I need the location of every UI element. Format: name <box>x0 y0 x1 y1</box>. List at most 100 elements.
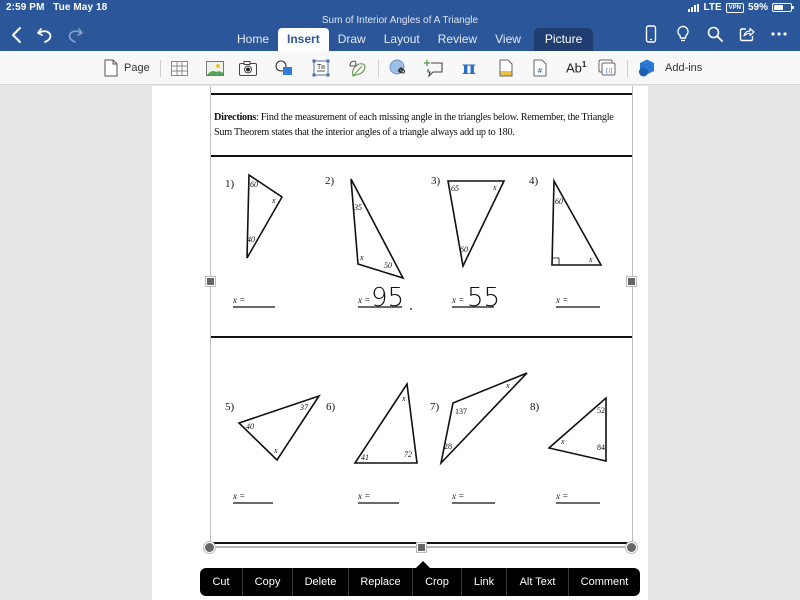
tab-layout[interactable]: Layout <box>375 28 429 51</box>
answer-label: x = <box>232 295 245 305</box>
insert-icons-button[interactable] <box>347 57 367 79</box>
menu-link[interactable]: Link <box>462 568 507 596</box>
menu-crop[interactable]: Crop <box>413 568 462 596</box>
redo-button[interactable] <box>64 24 86 46</box>
add-ins-icon <box>639 59 654 77</box>
insert-table-button[interactable] <box>171 57 188 79</box>
menu-delete[interactable]: Delete <box>293 568 349 596</box>
angle-label: x <box>273 446 278 455</box>
tab-home[interactable]: Home <box>228 28 278 51</box>
search-button[interactable] <box>706 25 724 43</box>
word-app: 2:59 PM Tue May 18 LTE VPN 59% Sum of In… <box>0 0 800 600</box>
ribbon-divider <box>378 60 379 77</box>
footnote-icon: Ab1 <box>566 60 586 75</box>
chevron-left-icon <box>12 27 21 43</box>
signal-icon <box>688 3 700 12</box>
resize-handle-bottom-right[interactable] <box>626 542 637 553</box>
angle-label: 72 <box>404 450 412 459</box>
tab-view[interactable]: View <box>486 28 530 51</box>
selected-worksheet-image[interactable]: Directions: Find the measurement of each… <box>210 86 633 547</box>
back-button[interactable] <box>6 24 28 46</box>
resize-handle-left[interactable] <box>206 277 215 286</box>
page-number-icon: # <box>533 59 547 77</box>
redo-icon <box>68 28 83 43</box>
page-label: Page <box>124 62 150 74</box>
menu-alt-text[interactable]: Alt Text <box>507 568 569 596</box>
shapes-icon <box>275 60 292 75</box>
insert-ribbon: Page T π # Ab1 [i] Add-ins <box>0 51 800 85</box>
svg-text:#: # <box>537 67 543 75</box>
resize-handle-bottom[interactable] <box>417 543 426 552</box>
handwritten-answer: 95 <box>371 283 404 313</box>
picture-context-menu: Cut Copy Delete Replace Crop Link Alt Te… <box>200 561 640 596</box>
problem-number: 1) <box>225 178 235 190</box>
angle-label: 137 <box>455 407 467 416</box>
battery-icon <box>772 3 794 12</box>
superscript-footnote-button[interactable]: Ab1 <box>566 57 586 79</box>
angle-label: x <box>401 394 406 403</box>
angle-label: x <box>359 253 364 262</box>
triangle <box>551 178 603 266</box>
menu-copy[interactable]: Copy <box>243 568 293 596</box>
insert-comment-button[interactable] <box>424 57 444 79</box>
insert-camera-button[interactable] <box>239 57 257 79</box>
triangle <box>439 372 528 466</box>
network-type: LTE <box>703 2 722 13</box>
answer-label: x = <box>555 491 568 501</box>
problem-2: 2) 35 x 50 x = 95 <box>325 175 412 313</box>
insert-header-footer-button[interactable] <box>499 57 513 79</box>
document-canvas[interactable]: Directions: Find the measurement of each… <box>0 86 800 600</box>
tab-draw[interactable]: Draw <box>329 28 375 51</box>
document-page[interactable]: Directions: Find the measurement of each… <box>152 86 648 600</box>
add-ins-button[interactable]: Add-ins <box>639 57 702 79</box>
svg-text:[i]: [i] <box>606 68 612 75</box>
mobile-view-button[interactable] <box>642 25 660 43</box>
angle-label: x <box>588 255 593 264</box>
undo-button[interactable] <box>34 24 56 46</box>
problem-number: 8) <box>530 401 540 413</box>
share-button[interactable] <box>738 25 756 43</box>
header-actions <box>642 25 788 43</box>
icons-icon <box>349 60 366 77</box>
problem-number: 3) <box>431 175 441 187</box>
insert-page-number-button[interactable]: # <box>533 57 547 79</box>
menu-cut[interactable]: Cut <box>200 568 243 596</box>
angle-label: 28 <box>444 442 452 451</box>
insert-page-button[interactable]: Page <box>104 57 150 79</box>
header-footer-icon <box>499 59 513 77</box>
angle-label: 52 <box>597 406 605 415</box>
tell-me-button[interactable] <box>674 25 692 43</box>
answer-label: x = <box>357 295 370 305</box>
answer-label: x = <box>232 491 245 501</box>
tab-insert[interactable]: Insert <box>278 28 329 51</box>
battery-percent: 59% <box>747 2 768 13</box>
more-button[interactable] <box>770 25 788 43</box>
tab-review[interactable]: Review <box>429 28 486 51</box>
insert-caption-button[interactable]: [i] <box>598 57 618 79</box>
triangle <box>447 180 506 269</box>
resize-handle-right[interactable] <box>627 277 636 286</box>
problem-3: 3) 65 x 60 x = 55 <box>431 175 506 313</box>
triangle <box>350 178 405 280</box>
search-icon <box>707 26 723 42</box>
insert-link-button[interactable] <box>389 57 407 79</box>
problem-number: 6) <box>326 401 336 413</box>
answer-label: x = <box>451 295 464 305</box>
insert-picture-button[interactable] <box>206 57 224 79</box>
ribbon-divider <box>627 60 628 77</box>
link-globe-icon <box>389 59 406 75</box>
status-time: 2:59 PM Tue May 18 <box>6 2 107 13</box>
angle-label: 60 <box>250 180 258 189</box>
menu-replace[interactable]: Replace <box>349 568 413 596</box>
battery-fill <box>774 5 784 10</box>
insert-equation-button[interactable]: π <box>461 57 479 79</box>
lightbulb-icon <box>677 25 689 42</box>
insert-shapes-button[interactable] <box>275 57 293 79</box>
angle-label: 40 <box>246 422 254 431</box>
tab-picture[interactable]: Picture <box>533 28 594 51</box>
problem-5: 5) 40 37 x x = <box>225 394 321 504</box>
insert-textbox-button[interactable]: T <box>312 57 330 79</box>
resize-handle-bottom-left[interactable] <box>204 542 215 553</box>
menu-comment[interactable]: Comment <box>569 568 640 596</box>
svg-text:π: π <box>462 59 476 77</box>
